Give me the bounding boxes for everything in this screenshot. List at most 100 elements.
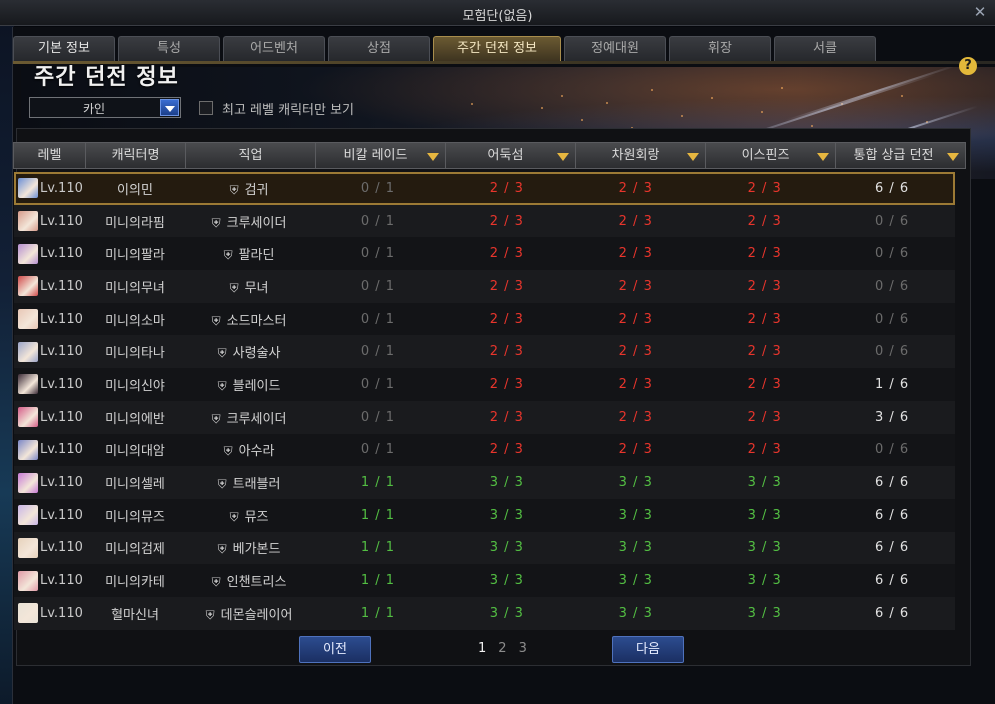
- clear-count-isp: 2 / 3: [747, 246, 782, 262]
- job-class-icon: ⛨: [223, 444, 233, 459]
- tab-4[interactable]: 주간 던전 정보: [433, 36, 561, 61]
- page-number[interactable]: 1: [478, 641, 486, 656]
- character-name: 미니의카테: [105, 575, 165, 591]
- clear-count-adv: 0 / 6: [874, 246, 910, 262]
- job-name: 뮤즈: [244, 509, 269, 525]
- top-level-only-checkbox[interactable]: [199, 101, 213, 115]
- clear-count-adv: 3 / 6: [874, 409, 910, 425]
- job-cell: ⛨ 베가본드: [185, 538, 314, 557]
- table-row[interactable]: Lv.110 미니의에반 ⛨ 크루세이더 0 / 1 2 / 3 2 / 3 2 / 3 3 /…: [14, 400, 955, 434]
- job-class-icon: ⛨: [217, 542, 227, 557]
- server-select[interactable]: 카인: [29, 97, 181, 118]
- job-class-icon: ⛨: [211, 215, 221, 230]
- table-row[interactable]: Lv.110 미니의검제 ⛨ 베가본드 1 / 1 3 / 3 3 / 3 3 / 3 6 / …: [14, 531, 955, 565]
- column-header-5[interactable]: 차원회랑: [575, 142, 705, 169]
- clear-count-raid: 0 / 1: [360, 344, 396, 360]
- job-cell: ⛨ 데몬슬레이어: [185, 604, 314, 623]
- character-name: 미니의타나: [105, 346, 165, 362]
- server-select-value: 카인: [82, 102, 106, 116]
- table-row[interactable]: Lv.110 미니의라핌 ⛨ 크루세이더 0 / 1 2 / 3 2 / 3 2 / 3 0 /…: [14, 204, 955, 238]
- clear-count-raid: 1 / 1: [360, 605, 396, 621]
- table-row[interactable]: Lv.110 미니의타나 ⛨ 사령술사 0 / 1 2 / 3 2 / 3 2 / 3 0 / …: [14, 335, 955, 369]
- table-row[interactable]: Lv.110 미니의팔라 ⛨ 팔라딘 0 / 1 2 / 3 2 / 3 2 / 3 0 / 6: [14, 237, 955, 271]
- close-icon[interactable]: ✕: [971, 3, 989, 21]
- spark-decoration: [681, 115, 683, 117]
- job-cell: ⛨ 인챈트리스: [185, 571, 314, 590]
- job-name: 소드마스터: [226, 313, 287, 329]
- clear-count-dark: 2 / 3: [489, 278, 524, 294]
- clear-count-isp: 2 / 3: [747, 344, 782, 360]
- table-row[interactable]: Lv.110 미니의대암 ⛨ 아수라 0 / 1 2 / 3 2 / 3 2 / 3 0 / 6: [14, 433, 955, 467]
- clear-count-adv: 0 / 6: [874, 278, 910, 294]
- level-text: Lv.110: [40, 344, 83, 360]
- job-cell: ⛨ 크루세이더: [185, 212, 314, 231]
- next-page-button[interactable]: 다음: [612, 636, 684, 663]
- table-row[interactable]: Lv.110 미니의신야 ⛨ 블레이드 0 / 1 2 / 3 2 / 3 2 / 3 1 / …: [14, 368, 955, 401]
- table-row[interactable]: Lv.110 미니의셀레 ⛨ 트래블러 1 / 1 3 / 3 3 / 3 3 / 3 6 / …: [14, 466, 955, 499]
- column-header-6[interactable]: 이스핀즈: [705, 142, 835, 169]
- clear-count-dim: 3 / 3: [618, 475, 653, 491]
- tab-2[interactable]: 어드벤처: [223, 36, 325, 61]
- tab-5[interactable]: 정예대원: [564, 36, 666, 61]
- tab-0[interactable]: 기본 정보: [13, 36, 115, 61]
- tab-7[interactable]: 서클: [774, 36, 876, 61]
- job-cell: ⛨ 사령술사: [185, 342, 314, 361]
- level-text: Lv.110: [40, 475, 83, 491]
- clear-count-dim: 2 / 3: [618, 442, 653, 458]
- sort-arrow-icon[interactable]: [557, 153, 569, 161]
- tab-6[interactable]: 휘장: [669, 36, 771, 61]
- column-header-3[interactable]: 비칼 레이드: [315, 142, 445, 169]
- table-row[interactable]: Lv.110 혈마신녀 ⛨ 데몬슬레이어 1 / 1 3 / 3 3 / 3 3 / 3 6 /…: [14, 596, 955, 630]
- job-class-icon: ⛨: [229, 280, 239, 295]
- table-row[interactable]: Lv.110 미니의카테 ⛨ 인챈트리스 1 / 1 3 / 3 3 / 3 3 / 3 6 /…: [14, 564, 955, 597]
- column-header-label: 차원회랑: [611, 148, 660, 163]
- clear-count-isp: 3 / 3: [747, 507, 782, 523]
- table-row[interactable]: Lv.110 이의민 ⛨ 검귀 0 / 1 2 / 3 2 / 3 2 / 3 6 / 6: [14, 172, 955, 205]
- character-name: 미니의팔라: [105, 248, 165, 264]
- clear-count-dim: 2 / 3: [618, 246, 653, 262]
- sort-arrow-icon[interactable]: [817, 153, 829, 161]
- character-name: 이의민: [117, 182, 153, 198]
- clear-count-dim: 2 / 3: [618, 344, 653, 360]
- clear-count-dark: 3 / 3: [489, 605, 524, 621]
- tab-1[interactable]: 특성: [118, 36, 220, 61]
- help-icon[interactable]: ?: [959, 57, 977, 75]
- prev-page-button[interactable]: 이전: [299, 636, 371, 663]
- job-cell: ⛨ 소드마스터: [185, 310, 314, 329]
- avatar: [18, 439, 38, 460]
- page-number[interactable]: 3: [519, 641, 527, 656]
- job-cell: ⛨ 블레이드: [185, 375, 314, 394]
- sort-arrow-icon[interactable]: [687, 153, 699, 161]
- clear-count-raid: 0 / 1: [360, 409, 396, 425]
- level-text: Lv.110: [40, 605, 83, 621]
- level-text: Lv.110: [40, 540, 83, 556]
- chevron-down-icon[interactable]: [160, 99, 179, 116]
- clear-count-dim: 3 / 3: [618, 573, 653, 589]
- sort-arrow-icon[interactable]: [947, 153, 959, 161]
- level-text: Lv.110: [40, 278, 83, 294]
- clear-count-adv: 0 / 6: [874, 344, 910, 360]
- job-cell: ⛨ 아수라: [185, 440, 314, 459]
- page-title: 주간 던전 정보: [34, 65, 179, 90]
- level-cell: Lv.110: [14, 341, 85, 362]
- clear-count-dim: 3 / 3: [618, 507, 653, 523]
- clear-count-raid: 0 / 1: [360, 278, 396, 294]
- level-text: Lv.110: [40, 246, 83, 262]
- clear-count-adv: 6 / 6: [874, 540, 910, 556]
- clear-count-raid: 0 / 1: [360, 376, 396, 392]
- job-name: 아수라: [238, 444, 275, 460]
- page-number[interactable]: 2: [498, 641, 506, 656]
- clear-count-isp: 2 / 3: [747, 278, 782, 294]
- table-row[interactable]: Lv.110 미니의무녀 ⛨ 무녀 0 / 1 2 / 3 2 / 3 2 / 3 0 / 6: [14, 270, 955, 303]
- clear-count-isp: 3 / 3: [747, 605, 782, 621]
- table-row[interactable]: Lv.110 미니의뮤즈 ⛨ 뮤즈 1 / 1 3 / 3 3 / 3 3 / 3 6 / 6: [14, 498, 955, 532]
- column-header-4[interactable]: 어둑섬: [445, 142, 575, 169]
- clear-count-dim: 2 / 3: [618, 213, 653, 229]
- clear-count-raid: 1 / 1: [360, 540, 396, 556]
- sort-arrow-icon[interactable]: [427, 153, 439, 161]
- tab-3[interactable]: 상점: [328, 36, 430, 61]
- job-class-icon: ⛨: [217, 378, 227, 393]
- table-row[interactable]: Lv.110 미니의소마 ⛨ 소드마스터 0 / 1 2 / 3 2 / 3 2 / 3 0 /…: [14, 302, 955, 336]
- column-header-7[interactable]: 통합 상급 던전: [835, 142, 966, 169]
- clear-count-dim: 2 / 3: [618, 409, 653, 425]
